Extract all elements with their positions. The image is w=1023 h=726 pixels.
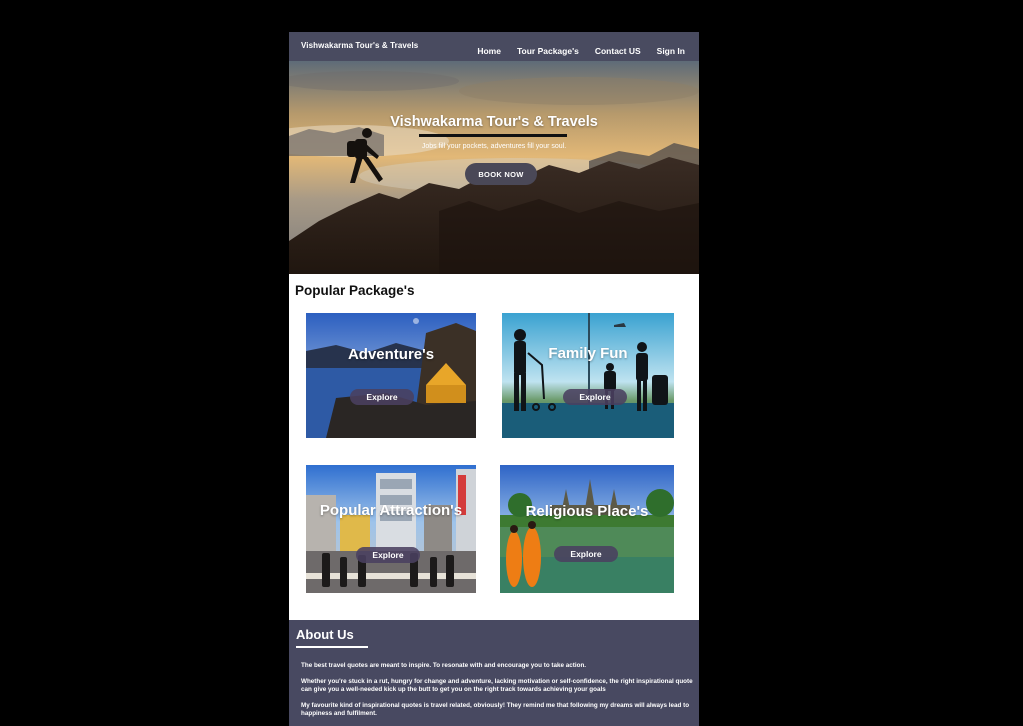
adventure-image [306,313,476,438]
hero-title-underline [419,134,567,137]
explore-button[interactable]: Explore [563,389,627,405]
popular-packages-heading: Popular Package's [295,283,415,298]
package-card-family-fun[interactable]: Family Fun Explore [502,313,674,438]
about-us-section: About Us The best travel quotes are mean… [289,620,699,726]
web-page: Vishwakarma Tour's & Travels Home Tour P… [289,32,699,726]
about-paragraph: The best travel quotes are meant to insp… [301,662,587,669]
book-now-button[interactable]: BOOK NOW [465,163,537,185]
brand-logo-text[interactable]: Vishwakarma Tour's & Travels [301,41,418,50]
religious-places-image [500,465,674,593]
popular-attractions-image [306,465,476,593]
nav-links: Home Tour Package's Contact US Sign In [477,46,685,56]
top-navbar: Vishwakarma Tour's & Travels Home Tour P… [289,32,699,61]
package-title: Popular Attraction's [319,502,463,519]
about-paragraph: Whether you're stuck in a rut, hungry fo… [301,678,693,693]
package-card-popular-attractions[interactable]: Popular Attraction's Explore [306,465,476,593]
package-title: Adventure's [347,346,435,363]
hero-banner: Vishwakarma Tour's & Travels Jobs fill y… [289,61,699,274]
nav-tour-packages-link[interactable]: Tour Package's [517,46,579,56]
about-paragraph: My favourite kind of inspirational quote… [301,702,690,717]
nav-sign-in-link[interactable]: Sign In [657,46,685,56]
explore-button[interactable]: Explore [350,389,414,405]
package-card-religious-places[interactable]: Religious Place's Explore [500,465,674,593]
explore-button[interactable]: Explore [356,547,420,563]
about-us-underline [296,646,368,648]
hero-tagline: Jobs fill your pockets, adventures fill … [421,143,567,150]
package-title: Family Fun [548,345,628,362]
nav-home-link[interactable]: Home [477,46,501,56]
package-card-adventure[interactable]: Adventure's Explore [306,313,476,438]
hero-title: Vishwakarma Tour's & Travels [390,114,598,130]
explore-button[interactable]: Explore [554,546,618,562]
package-title: Religious Place's [525,503,649,520]
family-fun-image [502,313,674,438]
nav-contact-link[interactable]: Contact US [595,46,641,56]
about-us-heading: About Us [296,627,354,642]
